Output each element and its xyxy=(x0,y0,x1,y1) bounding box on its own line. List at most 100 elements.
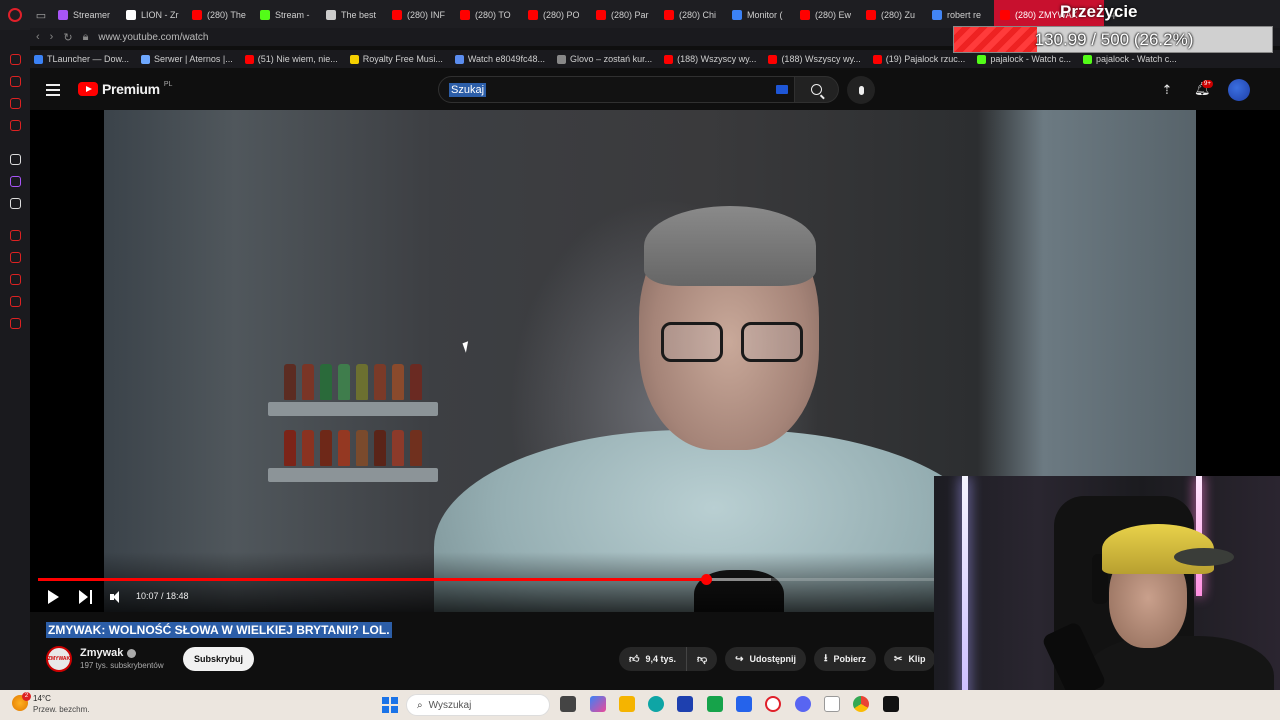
browser-tab[interactable]: (280) Chi xyxy=(658,0,726,30)
tab-favicon-icon xyxy=(800,10,810,20)
logo-text: Premium xyxy=(102,81,160,97)
browser-tab[interactable]: LION - Zr xyxy=(120,0,186,30)
sidebar-chat-icon[interactable] xyxy=(10,98,21,109)
streamer-webcam xyxy=(934,476,1280,720)
clip-button[interactable]: ✂ Klip xyxy=(884,647,936,671)
subscribe-button[interactable]: Subskrybuj xyxy=(183,647,255,671)
sidebar-kick-icon[interactable] xyxy=(10,154,21,165)
bookmark-item[interactable]: (19) Pajalock rzuc... xyxy=(872,54,965,64)
browser-tab[interactable]: Stream - xyxy=(254,0,320,30)
bookmark-item[interactable]: (188) Wszyscy wy... xyxy=(664,54,756,64)
browser-tab[interactable]: (280) Par xyxy=(590,0,658,30)
copilot-icon[interactable] xyxy=(590,696,606,712)
weather-temperature[interactable]: 14°C xyxy=(33,694,51,703)
opera-logo-icon[interactable] xyxy=(0,0,30,30)
sidebar-settings-icon[interactable] xyxy=(10,318,21,329)
volume-icon[interactable] xyxy=(110,591,124,603)
bookmark-favicon-icon xyxy=(454,54,464,64)
browser-tab[interactable]: The best xyxy=(320,0,386,30)
overlay-goal-text: 130.99 / 500 (26.2%) xyxy=(1034,30,1194,49)
back-icon[interactable]: ‹ xyxy=(36,31,40,43)
windows-taskbar: 2 14°C Przew. bezchm. ⌕ Wyszukaj xyxy=(0,690,1280,720)
bookmark-item[interactable]: pajalock - Watch c... xyxy=(1083,54,1177,64)
youtube-premium-logo[interactable]: Premium PL xyxy=(78,81,172,97)
bookmark-item[interactable]: Watch e8049fc48... xyxy=(454,54,546,64)
browser-tab[interactable]: (280) The xyxy=(186,0,254,30)
tab-label: LION - Zr xyxy=(141,10,179,20)
tab-favicon-icon xyxy=(326,10,336,20)
address-url[interactable]: www.youtube.com/watch xyxy=(98,32,208,43)
windows-start-icon[interactable] xyxy=(382,697,398,713)
browser-tab[interactable]: (280) PO xyxy=(522,0,590,30)
menu-icon[interactable] xyxy=(46,84,60,96)
sidebar-extensions-icon[interactable] xyxy=(10,296,21,307)
excel-icon[interactable] xyxy=(707,696,723,712)
tab-favicon-icon xyxy=(460,10,470,20)
sidebar-instagram-icon[interactable] xyxy=(10,120,21,131)
discord-icon[interactable] xyxy=(795,696,811,712)
download-icon: ⭳ xyxy=(824,652,828,664)
channel-name[interactable]: Zmywak xyxy=(80,647,123,659)
file-explorer-icon[interactable] xyxy=(619,696,635,712)
task-view-icon[interactable] xyxy=(560,696,576,712)
clip-label: Klip xyxy=(908,654,926,664)
scrubber-handle[interactable] xyxy=(700,574,712,585)
search-box[interactable]: Szukaj xyxy=(438,76,795,103)
sidebar-aria-icon[interactable] xyxy=(10,54,21,65)
app-icon[interactable] xyxy=(883,696,899,712)
like-count: 9,4 tys. xyxy=(645,654,676,664)
bookmark-item[interactable]: Glovo – zostań kur... xyxy=(557,54,652,64)
edge-icon[interactable] xyxy=(648,696,664,712)
search-input[interactable]: Szukaj xyxy=(449,82,487,97)
browser-tab[interactable]: Monitor ( xyxy=(726,0,794,30)
channel-name-row[interactable]: Zmywak xyxy=(80,647,137,659)
sidebar-x-icon[interactable] xyxy=(10,198,21,209)
reload-icon[interactable]: ↻ xyxy=(63,31,72,44)
bookmark-label: Watch e8049fc48... xyxy=(467,54,546,64)
store-icon[interactable] xyxy=(677,696,693,712)
bookmark-favicon-icon xyxy=(977,54,987,64)
thumbs-down-icon: 👎︎ xyxy=(696,654,708,665)
bookmark-item[interactable]: (188) Wszyscy wy... xyxy=(768,54,861,64)
browser-tab[interactable]: (280) Zu xyxy=(860,0,926,30)
bookmark-item[interactable]: (51) Nie wiem, nie... xyxy=(244,54,338,64)
browser-tab[interactable]: Streamer xyxy=(52,0,120,30)
tab-label: robert re xyxy=(947,10,982,20)
bookmark-item[interactable]: Royalty Free Musi... xyxy=(349,54,443,64)
dislike-button[interactable]: 👎︎ xyxy=(686,647,718,671)
search-button[interactable] xyxy=(795,76,839,103)
browser-tab[interactable]: (280) Ew xyxy=(794,0,860,30)
download-button[interactable]: ⭳ Pobierz xyxy=(814,647,877,671)
sidebar-twitch-icon[interactable] xyxy=(10,176,21,187)
chrome-icon[interactable] xyxy=(853,696,869,712)
notepad-icon[interactable] xyxy=(824,696,840,712)
sidebar-player-icon[interactable] xyxy=(10,230,21,241)
visual-studio-icon[interactable] xyxy=(736,696,752,712)
next-video-icon[interactable] xyxy=(79,590,93,604)
tab-favicon-icon xyxy=(932,10,942,20)
weather-description[interactable]: Przew. bezchm. xyxy=(33,705,89,714)
upload-icon[interactable]: ⇡ xyxy=(1160,82,1174,97)
bookmark-item[interactable]: Serwer | Aternos |... xyxy=(141,54,233,64)
forward-icon[interactable]: › xyxy=(50,31,54,43)
share-button[interactable]: ↪ Udostępnij xyxy=(725,647,807,671)
sidebar-history-icon[interactable] xyxy=(10,274,21,285)
workspaces-icon[interactable]: ▭ xyxy=(30,9,52,22)
account-avatar[interactable] xyxy=(1228,79,1250,101)
time-display: 10:07 / 18:48 xyxy=(136,591,189,601)
opera-taskbar-icon[interactable] xyxy=(765,696,781,712)
voice-search-button[interactable] xyxy=(847,76,875,104)
browser-tab[interactable]: (280) TO xyxy=(454,0,522,30)
browser-tab[interactable]: (280) INF xyxy=(386,0,454,30)
thumbs-up-icon: 👍︎ xyxy=(629,654,640,665)
sidebar-wallet-icon[interactable] xyxy=(10,252,21,263)
sidebar-messenger-icon[interactable] xyxy=(10,76,21,87)
bookmark-item[interactable]: pajalock - Watch c... xyxy=(977,54,1071,64)
channel-avatar[interactable]: ZMYWAK xyxy=(46,646,72,672)
like-button[interactable]: 👍︎ 9,4 tys. xyxy=(619,647,687,671)
keyboard-icon[interactable] xyxy=(776,85,788,94)
overlay-goal-title: Przeżycie xyxy=(1060,2,1138,21)
play-icon[interactable] xyxy=(48,590,59,604)
taskbar-search[interactable]: ⌕ Wyszukaj xyxy=(406,694,550,716)
bookmark-item[interactable]: TLauncher — Dow... xyxy=(34,54,129,64)
